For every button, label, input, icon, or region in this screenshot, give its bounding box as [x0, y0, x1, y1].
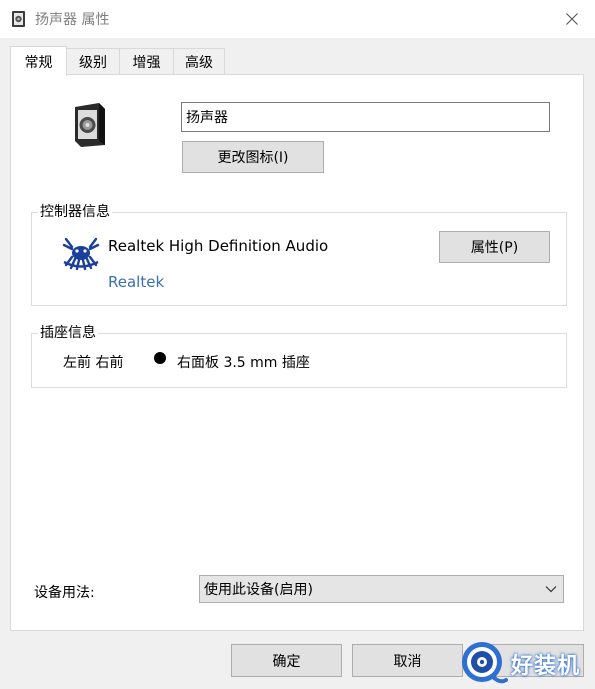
tab-levels[interactable]: 级别: [66, 48, 120, 74]
watermark-text: 好装机: [511, 654, 581, 679]
chevron-down-icon: [545, 586, 557, 593]
speaker-icon: [12, 11, 25, 27]
window-title: 扬声器 属性: [35, 12, 110, 28]
tab-advanced[interactable]: 高级: [173, 48, 225, 74]
controller-vendor: Realtek: [108, 273, 165, 291]
close-button[interactable]: [549, 0, 595, 38]
device-usage-label: 设备用法:: [34, 585, 95, 601]
change-icon-button[interactable]: 更改图标(I): [182, 141, 324, 173]
watermark-logo-icon: [462, 642, 508, 684]
jack-info-group: 插座信息 左前 右前 右面板 3.5 mm 插座: [31, 324, 567, 388]
tab-enhancements[interactable]: 增强: [119, 48, 174, 74]
ok-button[interactable]: 确定: [231, 644, 342, 677]
close-icon: [566, 13, 578, 25]
controller-info-group: 控制器信息 Realtek High Definition Audio Real…: [31, 203, 567, 306]
jack-position: 左前 右前: [63, 355, 124, 371]
controller-info-label: 控制器信息: [38, 203, 112, 221]
jack-info-label: 插座信息: [38, 324, 98, 342]
device-usage-select[interactable]: 使用此设备(启用): [199, 575, 564, 603]
device-usage-value: 使用此设备(启用): [204, 582, 313, 598]
cancel-button[interactable]: 取消: [352, 644, 463, 677]
general-tab-panel: 更改图标(I) 控制器信息 Realtek High Definition Au…: [10, 74, 584, 631]
device-name-input[interactable]: [181, 102, 550, 132]
realtek-crab-icon: [62, 237, 100, 271]
tab-general[interactable]: 常规: [10, 46, 67, 76]
controller-name: Realtek High Definition Audio: [108, 237, 329, 255]
title-bar: 扬声器 属性: [0, 0, 595, 38]
jack-color-indicator: [154, 352, 166, 364]
controller-properties-button[interactable]: 属性(P): [439, 231, 550, 263]
jack-description: 右面板 3.5 mm 插座: [177, 355, 310, 371]
site-watermark: 好装机: [458, 638, 595, 689]
speaker-device-icon: [75, 103, 105, 147]
